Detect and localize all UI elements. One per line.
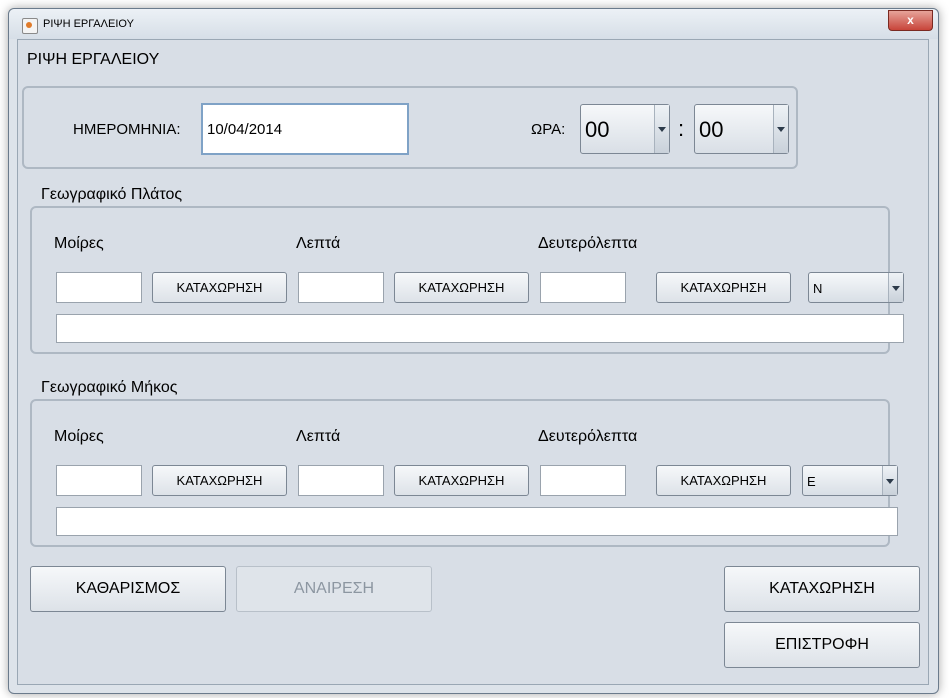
lat-result-field[interactable] <box>56 314 904 343</box>
longitude-title: Γεωγραφικό Μήκος <box>41 379 178 396</box>
close-button[interactable]: x <box>888 10 933 31</box>
lon-direction-value: E <box>807 474 816 489</box>
back-button[interactable]: ΕΠΙΣΤΡΟΦΗ <box>724 622 920 668</box>
minute-value: 00 <box>699 117 724 142</box>
lon-direction-select[interactable]: E <box>802 465 898 496</box>
lat-direction-select[interactable]: N <box>808 272 904 303</box>
lat-seconds-label: Δευτερόλεπτα <box>538 235 638 252</box>
lon-minutes-input[interactable] <box>298 465 384 496</box>
chevron-down-icon <box>882 466 897 495</box>
undo-button[interactable]: ΑΝΑΙΡΕΣΗ <box>236 566 432 612</box>
content-pane: ΡΙΨΗ ΕΡΓΑΛΕΙΟΥ ΗΜΕΡΟΜΗΝΙΑ: 10/04/2014 ΩΡ… <box>17 39 929 685</box>
lon-degrees-input[interactable] <box>56 465 142 496</box>
title-bar: ΡΙΨΗ ΕΡΓΑΛΕΙΟΥ x <box>9 9 938 39</box>
time-label: ΩΡΑ: <box>531 121 566 138</box>
lat-degrees-register-button[interactable]: ΚΑΤΑΧΩΡΗΣΗ <box>152 272 287 303</box>
clear-button[interactable]: ΚΑΘΑΡΙΣΜΟΣ <box>30 566 226 612</box>
app-window: ΡΙΨΗ ΕΡΓΑΛΕΙΟΥ x ΡΙΨΗ ΕΡΓΑΛΕΙΟΥ ΗΜΕΡΟΜΗΝ… <box>8 8 939 694</box>
lon-seconds-register-button[interactable]: ΚΑΤΑΧΩΡΗΣΗ <box>656 465 791 496</box>
chevron-down-icon <box>888 273 903 302</box>
lon-seconds-input[interactable] <box>540 465 626 496</box>
date-label: ΗΜΕΡΟΜΗΝΙΑ: <box>73 121 181 138</box>
hour-value: 00 <box>585 117 610 142</box>
lat-direction-value: N <box>813 281 823 296</box>
lat-minutes-input[interactable] <box>298 272 384 303</box>
time-separator: : <box>678 116 685 141</box>
lon-degrees-label: Μοίρες <box>54 428 104 445</box>
hour-select[interactable]: 00 <box>580 104 670 154</box>
lat-degrees-input[interactable] <box>56 272 142 303</box>
window-title: ΡΙΨΗ ΕΡΓΑΛΕΙΟΥ <box>43 18 134 30</box>
java-cup-icon <box>22 18 38 34</box>
lon-result-field[interactable] <box>56 507 898 536</box>
lon-degrees-register-button[interactable]: ΚΑΤΑΧΩΡΗΣΗ <box>152 465 287 496</box>
lon-minutes-register-button[interactable]: ΚΑΤΑΧΩΡΗΣΗ <box>394 465 529 496</box>
lat-minutes-register-button[interactable]: ΚΑΤΑΧΩΡΗΣΗ <box>394 272 529 303</box>
lon-seconds-label: Δευτερόλεπτα <box>538 428 638 445</box>
chevron-down-icon <box>654 105 669 153</box>
page-title: ΡΙΨΗ ΕΡΓΑΛΕΙΟΥ <box>27 51 160 68</box>
lat-seconds-input[interactable] <box>540 272 626 303</box>
lat-minutes-label: Λεπτά <box>296 235 341 252</box>
lat-degrees-label: Μοίρες <box>54 235 104 252</box>
date-value: 10/04/2014 <box>207 121 283 138</box>
date-input[interactable]: 10/04/2014 <box>201 103 409 155</box>
save-button[interactable]: ΚΑΤΑΧΩΡΗΣΗ <box>724 566 920 612</box>
minute-select[interactable]: 00 <box>694 104 789 154</box>
lat-seconds-register-button[interactable]: ΚΑΤΑΧΩΡΗΣΗ <box>656 272 791 303</box>
chevron-down-icon <box>773 105 788 153</box>
latitude-title: Γεωγραφικό Πλάτος <box>41 186 183 203</box>
lon-minutes-label: Λεπτά <box>296 428 341 445</box>
